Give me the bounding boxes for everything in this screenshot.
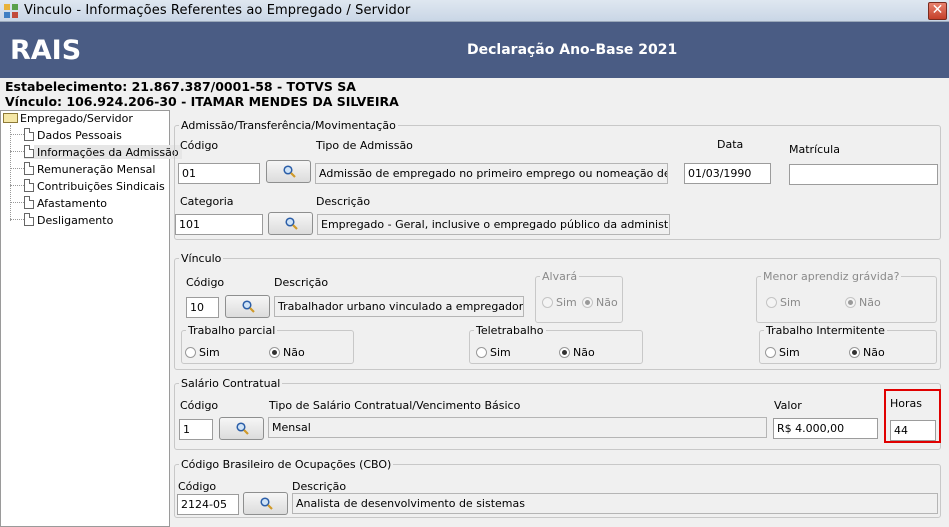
- tree-item-contribuicoes-sindicais[interactable]: Contribuições Sindicais: [24, 179, 165, 193]
- tree-root[interactable]: Empregado/Servidor: [3, 112, 133, 125]
- cbo-legend: Código Brasileiro de Ocupações (CBO): [181, 458, 392, 471]
- codigo-admissao-field[interactable]: 01: [178, 163, 260, 184]
- descricao-categoria-label: Descrição: [316, 195, 371, 208]
- tree-item-label: Afastamento: [37, 197, 108, 210]
- tipo-salario-label: Tipo de Salário Contratual/Vencimento Bá…: [269, 399, 521, 412]
- matricula-field[interactable]: [789, 164, 938, 185]
- tree-item-desligamento[interactable]: Desligamento: [24, 213, 113, 227]
- search-icon: [283, 165, 296, 178]
- search-icon: [242, 300, 255, 313]
- tree-root-label: Empregado/Servidor: [20, 112, 133, 125]
- trabalho-parcial-legend: Trabalho parcial: [188, 324, 276, 337]
- parcial-sim-radio[interactable]: Sim: [185, 346, 220, 359]
- radio-label: Não: [859, 296, 881, 309]
- categoria-label: Categoria: [180, 195, 234, 208]
- categoria-field[interactable]: 101: [175, 214, 263, 235]
- data-label: Data: [717, 138, 744, 151]
- search-tipo-admissao-button[interactable]: [266, 160, 311, 183]
- radio-label: Não: [596, 296, 618, 309]
- teletrabalho-sim-radio[interactable]: Sim: [476, 346, 511, 359]
- trabalho-intermitente-legend: Trabalho Intermitente: [766, 324, 885, 337]
- title-bar: Vinculo - Informações Referentes ao Empr…: [0, 0, 949, 22]
- menor-sim-radio[interactable]: Sim: [766, 296, 801, 309]
- tree-item-label: Informações da Admissão: [37, 146, 179, 159]
- codigo-salario-field[interactable]: 1: [179, 419, 213, 440]
- salario-legend: Salário Contratual: [181, 377, 281, 390]
- tipo-admissao-field: Admissão de empregado no primeiro empreg…: [315, 163, 668, 184]
- tree-item-label: Dados Pessoais: [37, 129, 122, 142]
- codigo-cbo-label: Código: [178, 480, 217, 493]
- teletrabalho-nao-radio[interactable]: Não: [559, 346, 595, 359]
- document-icon: [24, 196, 34, 209]
- descricao-cbo-field: Analista de desenvolvimento de sistemas: [292, 493, 938, 514]
- document-icon: [24, 145, 34, 158]
- vinculo-info: Vínculo: 106.924.206-30 - ITAMAR MENDES …: [5, 94, 399, 109]
- tipo-admissao-label: Tipo de Admissão: [316, 139, 413, 152]
- radio-label: Não: [863, 346, 885, 359]
- main-panel: Admissão/Transferência/Movimentação Códi…: [171, 110, 949, 527]
- alvara-legend: Alvará: [542, 270, 578, 283]
- data-admissao-field[interactable]: 01/03/1990: [684, 163, 771, 184]
- descricao-vinculo-field: Trabalhador urbano vinculado a empregado…: [274, 296, 524, 317]
- descricao-cbo-label: Descrição: [292, 480, 347, 493]
- banner-title: Declaração Ano-Base 2021: [467, 42, 678, 58]
- alvara-sim-radio[interactable]: Sim: [542, 296, 577, 309]
- codigo-admissao-label: Código: [180, 139, 219, 152]
- salario-group: Salário Contratual: [174, 377, 941, 450]
- valor-field[interactable]: R$ 4.000,00: [773, 418, 878, 439]
- navigation-tree: Empregado/Servidor Dados Pessoais Inform…: [0, 110, 182, 527]
- search-icon: [260, 497, 273, 510]
- tree-item-label: Desligamento: [37, 214, 114, 227]
- codigo-vinculo-label: Código: [186, 276, 225, 289]
- radio-label: Sim: [779, 346, 800, 359]
- app-icon: [4, 4, 18, 18]
- parcial-nao-radio[interactable]: Não: [269, 346, 305, 359]
- codigo-vinculo-field[interactable]: 10: [186, 297, 219, 318]
- search-vinculo-button[interactable]: [225, 295, 270, 318]
- codigo-salario-label: Código: [180, 399, 219, 412]
- horas-highlight: [884, 389, 941, 443]
- descricao-categoria-field: Empregado - Geral, inclusive o empregado…: [317, 214, 670, 235]
- tree-item-dados-pessoais[interactable]: Dados Pessoais: [24, 128, 122, 142]
- descricao-vinculo-label: Descrição: [274, 276, 329, 289]
- search-salario-button[interactable]: [219, 417, 264, 440]
- radio-label: Não: [283, 346, 305, 359]
- radio-label: Sim: [490, 346, 511, 359]
- close-icon[interactable]: ✕: [928, 2, 947, 20]
- window-title: Vinculo - Informações Referentes ao Empr…: [24, 3, 411, 18]
- document-icon: [24, 128, 34, 141]
- teletrabalho-legend: Teletrabalho: [476, 324, 544, 337]
- folder-icon: [3, 113, 18, 123]
- radio-label: Não: [573, 346, 595, 359]
- tree-item-label: Remuneração Mensal: [37, 163, 156, 176]
- document-icon: [24, 213, 34, 226]
- tree-item-informacoes-admissao[interactable]: Informações da Admissão: [24, 145, 182, 159]
- estabelecimento-info: Estabelecimento: 21.867.387/0001-58 - TO…: [5, 79, 356, 94]
- search-icon: [285, 217, 298, 230]
- valor-label: Valor: [774, 399, 802, 412]
- intermitente-sim-radio[interactable]: Sim: [765, 346, 800, 359]
- vinculo-legend: Vínculo: [181, 252, 222, 265]
- radio-label: Sim: [780, 296, 801, 309]
- tree-item-remuneracao-mensal[interactable]: Remuneração Mensal: [24, 162, 155, 176]
- search-icon: [236, 422, 249, 435]
- radio-label: Sim: [556, 296, 577, 309]
- banner: RAIS Declaração Ano-Base 2021: [0, 22, 949, 78]
- intermitente-nao-radio[interactable]: Não: [849, 346, 885, 359]
- search-categoria-button[interactable]: [268, 212, 313, 235]
- alvara-nao-radio[interactable]: Não: [582, 296, 618, 309]
- search-cbo-button[interactable]: [243, 492, 288, 515]
- radio-label: Sim: [199, 346, 220, 359]
- document-icon: [24, 162, 34, 175]
- codigo-cbo-field[interactable]: 2124-05: [177, 494, 239, 515]
- tipo-salario-field: Mensal: [268, 417, 767, 438]
- menor-nao-radio[interactable]: Não: [845, 296, 881, 309]
- tree-item-afastamento[interactable]: Afastamento: [24, 196, 107, 210]
- matricula-label: Matrícula: [789, 143, 840, 156]
- rais-logo: RAIS: [10, 35, 82, 66]
- menor-aprendiz-legend: Menor aprendiz grávida?: [763, 270, 900, 283]
- document-icon: [24, 179, 34, 192]
- admissao-legend: Admissão/Transferência/Movimentação: [181, 119, 396, 132]
- tree-item-label: Contribuições Sindicais: [37, 180, 165, 193]
